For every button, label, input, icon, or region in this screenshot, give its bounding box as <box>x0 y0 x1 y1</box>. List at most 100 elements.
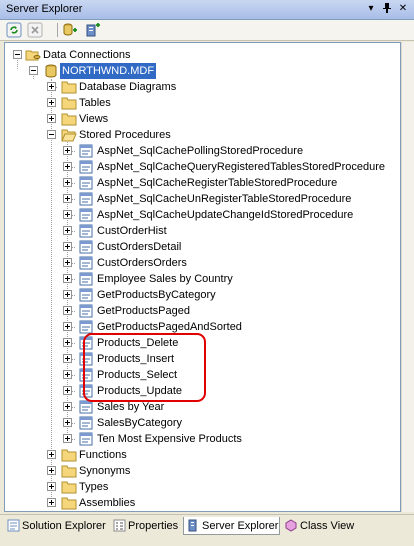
tree-item-stored-procedure[interactable]: SalesByCategory <box>5 415 400 431</box>
tab-server-explorer[interactable]: Server Explorer <box>183 517 280 535</box>
tab-solution-explorer[interactable]: Solution Explorer <box>4 517 108 535</box>
tree-item-connection[interactable]: NORTHWND.MDF <box>5 63 400 79</box>
collapse-toggle[interactable] <box>13 50 22 59</box>
tree-item-label: Stored Procedures <box>79 129 171 141</box>
tree-item-stored-procedure[interactable]: Ten Most Expensive Products <box>5 431 400 447</box>
expand-toggle[interactable] <box>47 482 56 491</box>
tree-item-assemblies[interactable]: Assemblies <box>5 495 400 511</box>
dropdown-icon[interactable]: ▾ <box>364 2 378 16</box>
connect-database-icon[interactable] <box>62 22 80 38</box>
tree-item-label: Tables <box>79 97 111 109</box>
expand-toggle[interactable] <box>63 386 72 395</box>
tree-item-stored-procedure[interactable]: AspNet_SqlCachePollingStoredProcedure <box>5 143 400 159</box>
tree-item-stored-procedure[interactable]: Sales by Year <box>5 399 400 415</box>
expand-toggle[interactable] <box>63 370 72 379</box>
tree-item-stored-procedure[interactable]: AspNet_SqlCacheQueryRegisteredTablesStor… <box>5 159 400 175</box>
tree-item-label: Employee Sales by Country <box>97 273 233 285</box>
tree-item-label: CustOrdersDetail <box>97 241 182 253</box>
tree-item-label: Synonyms <box>79 465 131 477</box>
expand-toggle[interactable] <box>63 434 72 443</box>
tree-item-tables[interactable]: Tables <box>5 95 400 111</box>
expand-toggle[interactable] <box>63 258 72 267</box>
tab-label: Properties <box>128 520 179 532</box>
tree-item-stored-procedure[interactable]: AspNet_SqlCacheUpdateChangeIdStoredProce… <box>5 207 400 223</box>
folder-icon <box>61 464 77 478</box>
tree-item-label: AspNet_SqlCacheUpdateChangeIdStoredProce… <box>97 209 354 221</box>
solution-explorer-icon <box>7 519 20 532</box>
vertical-scrollbar[interactable] <box>401 42 414 512</box>
folder-icon <box>61 480 77 494</box>
expand-toggle[interactable] <box>47 114 56 123</box>
tree-item-label: AspNet_SqlCachePollingStoredProcedure <box>97 145 304 157</box>
tree-item-stored-procedure[interactable]: AspNet_SqlCacheRegisterTableStoredProced… <box>5 175 400 191</box>
expand-toggle[interactable] <box>63 402 72 411</box>
tree-item-data-connections[interactable]: Data Connections <box>5 47 400 63</box>
stored-procedure-icon <box>78 288 94 302</box>
tree-item-synonyms[interactable]: Synonyms <box>5 463 400 479</box>
stored-procedure-icon <box>78 160 94 174</box>
expand-toggle[interactable] <box>63 178 72 187</box>
expand-toggle[interactable] <box>47 98 56 107</box>
folder-icon <box>61 448 77 462</box>
open-folder-icon <box>61 128 77 142</box>
expand-toggle[interactable] <box>63 274 72 283</box>
connect-server-icon[interactable] <box>84 22 102 38</box>
stored-procedure-icon <box>78 272 94 286</box>
stored-procedure-icon <box>78 144 94 158</box>
expand-toggle[interactable] <box>63 338 72 347</box>
tree-item-stored-procedure[interactable]: CustOrdersOrders <box>5 255 400 271</box>
expand-toggle[interactable] <box>47 498 56 507</box>
tree-item-stored-procedure[interactable]: GetProductsByCategory <box>5 287 400 303</box>
expand-toggle[interactable] <box>63 322 72 331</box>
tree-item-label: GetProductsPaged <box>97 305 190 317</box>
stop-icon[interactable] <box>27 22 45 38</box>
stored-procedure-icon <box>78 176 94 190</box>
tree-item-stored-procedure[interactable]: Employee Sales by Country <box>5 271 400 287</box>
expand-toggle[interactable] <box>63 306 72 315</box>
expand-toggle[interactable] <box>63 290 72 299</box>
tab-properties[interactable]: Properties <box>110 517 182 535</box>
tree-item-stored-procedure[interactable]: CustOrderHist <box>5 223 400 239</box>
expand-toggle[interactable] <box>63 418 72 427</box>
expand-toggle[interactable] <box>47 466 56 475</box>
stored-procedure-icon <box>78 432 94 446</box>
pin-icon[interactable] <box>380 2 394 16</box>
expand-toggle[interactable] <box>47 450 56 459</box>
stored-procedure-icon <box>78 192 94 206</box>
expand-toggle[interactable] <box>63 146 72 155</box>
toolbar-separator <box>57 23 58 37</box>
expand-toggle[interactable] <box>47 82 56 91</box>
stored-procedure-icon <box>78 400 94 414</box>
toolbar <box>0 20 414 41</box>
expand-toggle[interactable] <box>63 226 72 235</box>
stored-procedure-icon <box>78 256 94 270</box>
tree-item-label: CustOrdersOrders <box>97 257 187 269</box>
collapse-toggle[interactable] <box>29 66 38 75</box>
tree-item-functions[interactable]: Functions <box>5 447 400 463</box>
tree-item-label: AspNet_SqlCacheUnRegisterTableStoredProc… <box>97 193 352 205</box>
stored-procedure-icon <box>78 208 94 222</box>
expand-toggle[interactable] <box>63 354 72 363</box>
expand-toggle[interactable] <box>63 242 72 251</box>
close-icon[interactable]: ✕ <box>396 2 410 16</box>
tree-item-label: AspNet_SqlCacheRegisterTableStoredProced… <box>97 177 338 189</box>
tab-class-view[interactable]: Class View <box>282 517 356 535</box>
tree-item-stored-procedure[interactable]: GetProductsPagedAndSorted <box>5 319 400 335</box>
expand-toggle[interactable] <box>63 210 72 219</box>
expand-toggle[interactable] <box>63 162 72 171</box>
tree-item-views[interactable]: Views <box>5 111 400 127</box>
collapse-toggle[interactable] <box>47 130 56 139</box>
expand-toggle[interactable] <box>63 194 72 203</box>
tree-item-database-diagrams[interactable]: Database Diagrams <box>5 79 400 95</box>
tree-item-types[interactable]: Types <box>5 479 400 495</box>
tree-item-stored-procedure[interactable]: GetProductsPaged <box>5 303 400 319</box>
tree-item-stored-procedures[interactable]: Stored Procedures <box>5 127 400 143</box>
properties-icon <box>113 519 126 532</box>
tree-item-stored-procedure[interactable]: CustOrdersDetail <box>5 239 400 255</box>
refresh-icon[interactable] <box>6 22 24 38</box>
tree-item-label: Functions <box>79 449 127 461</box>
stored-procedure-icon <box>78 304 94 318</box>
server-tree: Data Connections NORTHWND.MDF Database D… <box>4 42 401 512</box>
tree-item-stored-procedure[interactable]: AspNet_SqlCacheUnRegisterTableStoredProc… <box>5 191 400 207</box>
bottom-tab-strip: Solution Explorer Properties Server Expl… <box>0 514 414 546</box>
